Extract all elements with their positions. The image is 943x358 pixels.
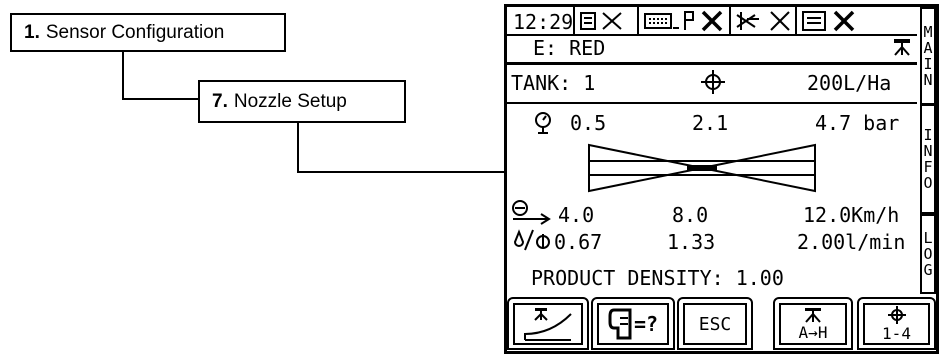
speed-max: 12.0Km/h (803, 203, 900, 227)
pressure-max: 4.7 bar (815, 111, 900, 135)
nozzle-icon (891, 37, 913, 57)
softkey-help-label: =? (633, 312, 659, 336)
tab-log[interactable]: L O G (920, 214, 936, 294)
connector-line (297, 171, 505, 173)
connector-line (297, 123, 299, 173)
device-screen: 12:29 E: RED TANK: 1 200L/Ha 0.5 2.1 4.7… (504, 4, 939, 354)
document-x-icon[interactable] (579, 9, 635, 33)
tab-info[interactable]: I N F O (920, 104, 936, 214)
softkey-tank-select[interactable]: 1-4 (857, 297, 936, 350)
softkey-section-label: A→H (798, 322, 828, 342)
softkey-esc-label: ESC (698, 313, 732, 335)
softkey-section-select[interactable]: A→H (773, 297, 853, 350)
crosshair-icon (700, 69, 726, 95)
boom-curve-icon (524, 308, 572, 341)
speed-min: 4.0 (558, 203, 595, 227)
speed-mid: 8.0 (672, 203, 709, 227)
connector-line (122, 98, 200, 100)
flow-max: 2.00l/min (797, 230, 906, 254)
nozzle-icon (805, 307, 821, 323)
softkey-tank-label: 1-4 (882, 323, 911, 343)
callout-nozzle-setup: 7. Nozzle Setup (198, 80, 406, 123)
callout-sensor-configuration: 1. Sensor Configuration (10, 13, 286, 52)
satellite-x-icon[interactable] (733, 9, 803, 33)
callout-number: 7. (212, 90, 228, 112)
pressure-min: 0.5 (570, 111, 607, 135)
softkey-esc[interactable]: ESC (677, 297, 753, 350)
help-tank-icon (608, 308, 632, 340)
flow-min: 0.67 (554, 230, 603, 254)
callout-number: 1. (24, 21, 40, 43)
tab-main[interactable]: M A I N (920, 7, 936, 105)
softkey-help[interactable]: =? (591, 297, 675, 350)
application-rate: 200L/Ha (807, 71, 892, 95)
keyboard-flag-x-icon[interactable] (643, 9, 743, 33)
clock-time: 12:29 (513, 10, 574, 34)
flow-mid: 1.33 (667, 230, 716, 254)
spray-pattern-graphic (587, 141, 817, 195)
speed-icon (511, 199, 553, 225)
pressure-mid: 2.1 (692, 111, 729, 135)
callout-label: Nozzle Setup (233, 90, 347, 112)
crosshair-icon (887, 305, 906, 324)
memory-x-icon[interactable] (801, 9, 863, 33)
pressure-gauge-icon (533, 111, 553, 135)
flow-icon (511, 228, 555, 252)
section-name: E: RED (533, 36, 606, 60)
product-density: PRODUCT DENSITY: 1.00 (531, 266, 784, 290)
callout-label: Sensor Configuration (45, 21, 225, 43)
tank-label: TANK: 1 (511, 71, 596, 95)
softkey-boom-curve[interactable] (507, 297, 589, 350)
connector-line (122, 52, 124, 100)
